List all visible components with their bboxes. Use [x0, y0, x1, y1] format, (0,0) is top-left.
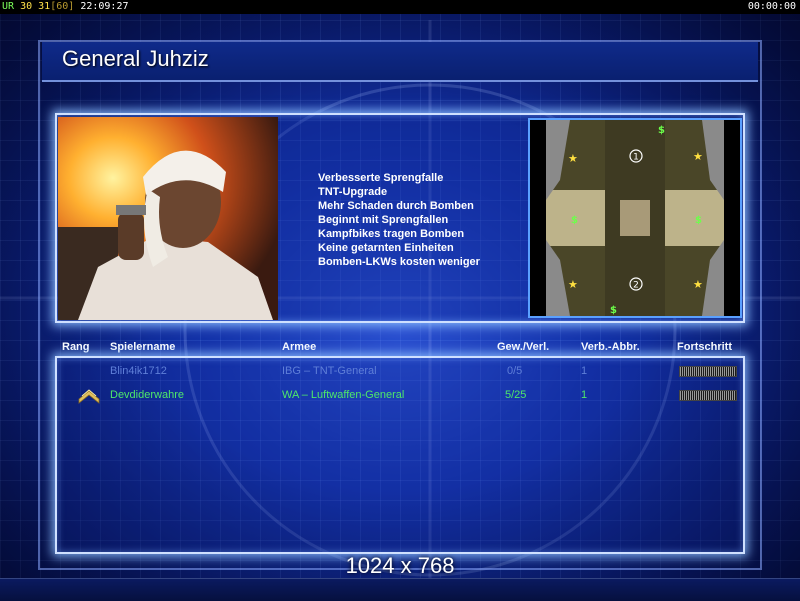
- player-disconnects: 1: [581, 389, 588, 401]
- perk-item: Beginnt mit Sprengfallen: [318, 214, 449, 226]
- status-bracket: [60]: [50, 1, 75, 12]
- player-army: WA – Luftwaffen-General: [282, 389, 405, 401]
- perk-item: TNT-Upgrade: [318, 186, 388, 198]
- perk-item: Verbesserte Sprengfalle: [318, 172, 444, 184]
- player-table: [55, 356, 745, 554]
- svg-text:★: ★: [568, 152, 578, 165]
- resolution-label: 1024 x 768: [345, 553, 455, 578]
- map-preview: ★ ★ ★ ★ $ $ $ $ 1 2: [528, 118, 742, 318]
- player-winloss: 5/25: [505, 389, 527, 401]
- map-image: ★ ★ ★ ★ $ $ $ $ 1 2: [546, 120, 724, 316]
- general-portrait: [58, 117, 278, 320]
- perk-item: Keine getarnten Einheiten: [318, 242, 454, 254]
- svg-text:$: $: [610, 305, 617, 316]
- player-disconnects: 1: [581, 365, 588, 377]
- perk-item: Kampfbikes tragen Bomben: [318, 228, 465, 240]
- status-num2: 31: [38, 1, 51, 12]
- player-name[interactable]: Blin4ik1712: [110, 365, 167, 377]
- svg-text:$: $: [571, 215, 578, 226]
- player-name[interactable]: Devdiderwahre: [110, 389, 184, 401]
- status-left: UR 30 31[60] 22:09:27: [2, 0, 129, 13]
- col-header-player: Spielername: [110, 341, 176, 353]
- bottom-strip: [0, 578, 800, 601]
- col-header-winloss: Gew./Verl.: [497, 341, 550, 353]
- player-army: IBG – TNT-General: [282, 365, 377, 377]
- clock-time: 22:09:27: [80, 1, 129, 12]
- svg-text:$: $: [695, 215, 702, 226]
- svg-text:★: ★: [568, 278, 578, 291]
- player-winloss: 0/5: [507, 365, 523, 377]
- marker-1: 1: [633, 153, 639, 163]
- marker-2: 2: [633, 281, 639, 291]
- perk-item: Bomben-LKWs kosten weniger: [318, 256, 480, 268]
- col-header-disconnects: Verb.-Abbr.: [581, 341, 640, 353]
- status-num1: 30: [20, 1, 33, 12]
- progress-bar: [679, 390, 737, 401]
- rank-chevron-icon: [78, 389, 100, 404]
- svg-text:★: ★: [693, 150, 703, 163]
- col-header-army: Armee: [282, 341, 317, 353]
- col-header-progress: Fortschritt: [677, 341, 732, 353]
- portrait-image: [58, 117, 278, 320]
- col-header-rank: Rang: [62, 341, 90, 353]
- svg-text:$: $: [658, 125, 665, 136]
- status-bar: UR 30 31[60] 22:09:27 00:00:00: [0, 0, 800, 14]
- ur-label: UR: [2, 1, 15, 12]
- progress-bar: [679, 366, 737, 377]
- svg-text:★: ★: [693, 278, 703, 291]
- perk-list: Verbesserte Sprengfalle TNT-Upgrade Mehr…: [318, 171, 480, 269]
- perk-item: Mehr Schaden durch Bomben: [318, 200, 474, 212]
- timer-right: 00:00:00: [747, 1, 796, 12]
- general-title: General Juhziz: [62, 46, 209, 71]
